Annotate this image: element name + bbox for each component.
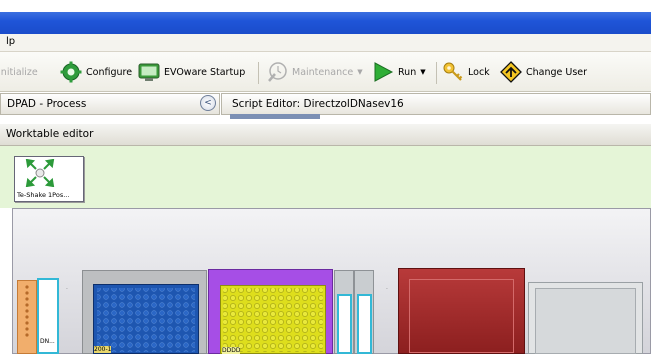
- shaker-device-tile[interactable]: Te-Shake 1Pos...: [14, 156, 84, 202]
- yellow-microplate[interactable]: [220, 285, 326, 354]
- chevron-left-icon: <: [204, 98, 212, 108]
- maintenance-icon: [266, 61, 288, 83]
- shaker-icon: [25, 158, 55, 190]
- gear-icon: [60, 61, 82, 83]
- chevron-down-icon[interactable]: ▼: [357, 68, 362, 76]
- chevron-down-icon[interactable]: ▼: [420, 68, 425, 76]
- monitor-icon: [138, 61, 160, 83]
- carrier-label: DN...: [40, 338, 55, 345]
- lock-button[interactable]: Lock: [442, 61, 490, 83]
- maintenance-label: Maintenance: [292, 66, 354, 78]
- worktable-top-area: [0, 146, 651, 208]
- collapse-panel-button[interactable]: <: [200, 95, 216, 111]
- menu-item-help[interactable]: lp: [6, 36, 15, 47]
- process-panel-header: DPAD - Process: [0, 93, 220, 115]
- toolbar-separator: [258, 62, 259, 84]
- site-marker: ·: [66, 286, 68, 293]
- shaker-device-label: Te-Shake 1Pos...: [17, 191, 70, 199]
- change-user-button[interactable]: Change User: [500, 61, 587, 83]
- initialize-button[interactable]: Initialize: [0, 61, 38, 83]
- red-block-inner: [409, 279, 514, 353]
- change-user-label: Change User: [526, 66, 588, 78]
- evoware-startup-button[interactable]: EVOware Startup: [138, 61, 245, 83]
- site-marker: ·: [386, 286, 388, 293]
- red-heater-block[interactable]: [398, 268, 525, 354]
- configure-button[interactable]: Configure: [60, 61, 132, 83]
- reagent-trough[interactable]: [357, 294, 372, 354]
- blue-microplate[interactable]: [93, 284, 199, 354]
- plate-label: 200-1: [94, 346, 112, 353]
- lock-label: Lock: [468, 66, 490, 78]
- window-title-bar: [0, 12, 651, 34]
- change-user-icon: [500, 61, 522, 83]
- run-button[interactable]: Run ▼: [372, 61, 426, 83]
- worktable-editor-header: Worktable editor: [0, 124, 651, 146]
- configure-label: Configure: [86, 66, 133, 78]
- reagent-trough[interactable]: [337, 294, 352, 354]
- initialize-label: Initialize: [0, 66, 38, 78]
- plate-label: DDDD: [222, 347, 241, 354]
- run-label: Run: [398, 66, 417, 78]
- grey-carrier-inner: [535, 288, 636, 354]
- script-editor-title: Script Editor: DirectzolDNasev16: [232, 98, 404, 110]
- toolbar: Initialize Configure EVOware Startup Mai…: [0, 52, 651, 92]
- play-icon: [372, 61, 394, 83]
- maintenance-button[interactable]: Maintenance ▼: [266, 61, 363, 83]
- process-panel-title: DPAD - Process: [7, 98, 87, 110]
- evoware-startup-label: EVOware Startup: [164, 66, 246, 78]
- key-icon: [442, 61, 464, 83]
- worktable-editor-title: Worktable editor: [6, 128, 94, 140]
- toolbar-separator: [436, 62, 437, 84]
- script-editor-tab[interactable]: Script Editor: DirectzolDNasev16: [221, 93, 651, 115]
- tab-strip: [230, 114, 320, 119]
- grey-carrier[interactable]: [528, 282, 643, 354]
- tube-rack[interactable]: [17, 280, 37, 354]
- menu-bar: lp: [0, 34, 651, 52]
